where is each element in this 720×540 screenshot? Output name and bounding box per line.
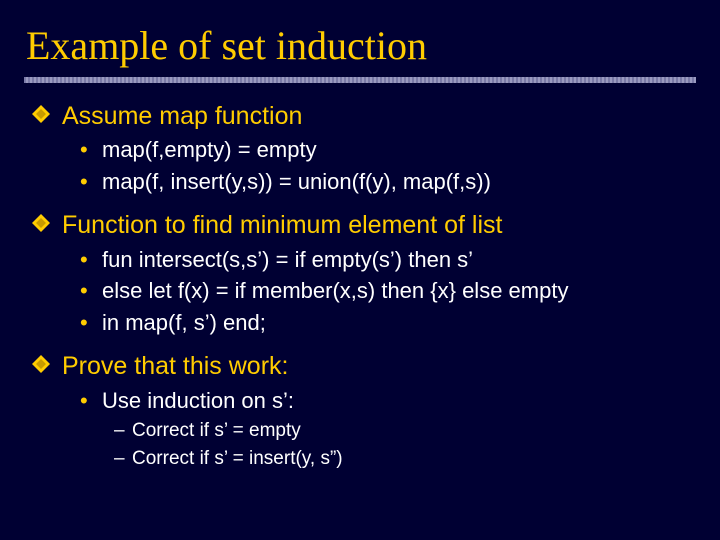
- bullet-text: else let f(x) = if member(x,s) then {x} …: [102, 278, 568, 303]
- dash-bullet-icon: –: [114, 446, 125, 472]
- title-underline: [24, 77, 696, 83]
- dot-bullet-icon: •: [80, 387, 88, 416]
- dash-bullet-icon: –: [114, 418, 125, 444]
- section-heading: Assume map function: [32, 101, 696, 132]
- bullet-text: in map(f, s’) end;: [102, 310, 266, 335]
- heading-text: Function to find minimum element of list: [62, 211, 502, 239]
- bullet-item: • Use induction on s’:: [32, 387, 696, 416]
- sub-bullet-text: Correct if s’ = empty: [132, 420, 301, 441]
- dot-bullet-icon: •: [80, 277, 88, 306]
- bullet-item: • map(f,empty) = empty: [32, 136, 696, 165]
- bullet-item: • map(f, insert(y,s)) = union(f(y), map(…: [32, 168, 696, 197]
- slide: Example of set induction Assume map func…: [0, 0, 720, 540]
- sub-bullet-item: – Correct if s’ = empty: [32, 418, 696, 444]
- bullet-item: • fun intersect(s,s’) = if empty(s’) the…: [32, 246, 696, 275]
- diamond-bullet-icon: [32, 355, 50, 373]
- slide-title: Example of set induction: [24, 18, 696, 71]
- slide-content: Assume map function • map(f,empty) = emp…: [24, 101, 696, 472]
- diamond-bullet-icon: [32, 105, 50, 123]
- bullet-text: map(f,empty) = empty: [102, 137, 317, 162]
- sub-bullet-text: Correct if s’ = insert(y, s”): [132, 448, 343, 469]
- dot-bullet-icon: •: [80, 309, 88, 338]
- sub-bullet-item: – Correct if s’ = insert(y, s”): [32, 446, 696, 472]
- heading-text: Prove that this work:: [62, 352, 288, 380]
- dot-bullet-icon: •: [80, 168, 88, 197]
- bullet-text: fun intersect(s,s’) = if empty(s’) then …: [102, 247, 473, 272]
- dot-bullet-icon: •: [80, 246, 88, 275]
- diamond-bullet-icon: [32, 214, 50, 232]
- section-heading: Function to find minimum element of list: [32, 210, 696, 241]
- section-heading: Prove that this work:: [32, 351, 696, 382]
- bullet-item: • in map(f, s’) end;: [32, 309, 696, 338]
- dot-bullet-icon: •: [80, 136, 88, 165]
- bullet-text: map(f, insert(y,s)) = union(f(y), map(f,…: [102, 169, 491, 194]
- bullet-text: Use induction on s’:: [102, 388, 294, 413]
- heading-text: Assume map function: [62, 102, 302, 130]
- bullet-item: • else let f(x) = if member(x,s) then {x…: [32, 277, 696, 306]
